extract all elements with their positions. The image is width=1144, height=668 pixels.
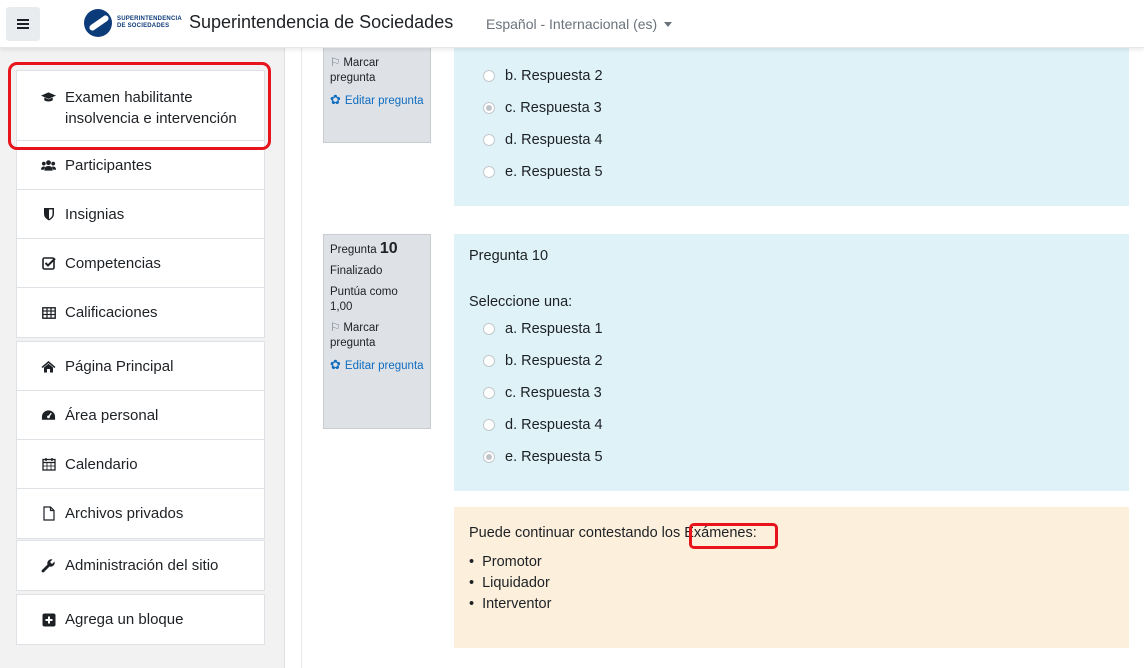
answer-option[interactable]: e. Respuesta 5 (483, 164, 603, 180)
gear-icon: ✿ (330, 357, 341, 372)
question-state: Finalizado (330, 265, 383, 277)
list-item: Liquidador (469, 573, 551, 594)
shield-icon (41, 207, 56, 222)
sidebar-item-calendario[interactable]: Calendario (17, 440, 264, 489)
flag-icon: ⚐ (330, 322, 341, 334)
sidebar-item-label: Insignias (65, 205, 125, 223)
answer-option[interactable]: d. Respuesta 4 (483, 132, 603, 148)
sidebar-item-insignias[interactable]: Insignias (17, 190, 264, 239)
main-content: ⚐ Marcar pregunta ✿ Editar pregunta b. Res… (301, 48, 1144, 668)
site-name[interactable]: Superintendencia de Sociedades (189, 12, 453, 33)
top-navbar: SUPERINTENDENCIA DE SOCIEDADES Superinte… (0, 0, 1144, 48)
feedback-list: Promotor Liquidador Interventor (469, 552, 551, 615)
sidebar-item-label: Página Principal (65, 357, 174, 375)
question-9-content: b. Respuesta 2 c. Respuesta 3 d. Respues… (454, 48, 1129, 206)
hamburger-menu-button[interactable] (6, 7, 40, 41)
sidebar-item-label: Archivos privados (65, 505, 184, 522)
home-icon (41, 359, 56, 374)
flag-question-link[interactable]: ⚐ Marcar pregunta (330, 56, 424, 86)
list-item: Promotor (469, 552, 551, 573)
add-block-button[interactable]: Agrega un bloque (17, 595, 264, 644)
sidebar-item-calificaciones[interactable]: Calificaciones (17, 288, 264, 337)
radio-button[interactable] (483, 355, 495, 367)
list-item: Interventor (469, 594, 551, 615)
general-feedback: Puede continuar contestando los Exámenes… (454, 507, 1129, 648)
dashboard-icon (41, 408, 56, 423)
language-selector[interactable]: Español - Internacional (es) (486, 16, 673, 32)
answer-option[interactable]: c. Respuesta 3 (483, 385, 602, 401)
edit-question-link[interactable]: ✿ Editar pregunta (330, 92, 424, 109)
examenes-highlight-box (689, 523, 778, 549)
admin-nav-group: Administración del sitio (16, 540, 265, 591)
answer-option[interactable]: e. Respuesta 5 (483, 449, 603, 465)
answer-option[interactable]: a. Respuesta 1 (483, 321, 603, 337)
flag-icon: ⚐ (330, 57, 341, 69)
radio-button-selected[interactable] (483, 102, 495, 114)
sidebar-item-label: Administración del sitio (65, 557, 219, 574)
radio-button[interactable] (483, 166, 495, 178)
sidebar-item-competencias[interactable]: Competencias (17, 239, 264, 288)
radio-button[interactable] (483, 323, 495, 335)
table-icon (41, 305, 56, 320)
hamburger-icon (17, 23, 29, 25)
radio-button[interactable] (483, 387, 495, 399)
sidebar-item-administracion[interactable]: Administración del sitio (17, 541, 264, 590)
question-title: Pregunta 10 (469, 248, 549, 264)
question-number: Pregunta 10 (330, 240, 398, 257)
answer-option[interactable]: b. Respuesta 2 (483, 353, 603, 369)
site-nav-group: Página Principal Área personal Calendari… (16, 341, 265, 539)
sidebar-item-label: Participantes (65, 156, 152, 174)
edit-question-link[interactable]: ✿ Editar pregunta (330, 357, 424, 374)
course-highlight-box (8, 62, 271, 150)
answer-option[interactable]: b. Respuesta 2 (483, 68, 603, 84)
sidebar-item-label: Área personal (65, 406, 159, 424)
block-nav-group: Agrega un bloque (16, 594, 265, 645)
question-9-info: ⚐ Marcar pregunta ✿ Editar pregunta (323, 48, 431, 143)
sidebar-item-label: Calificaciones (65, 304, 158, 321)
gear-icon: ✿ (330, 92, 341, 107)
site-logo[interactable]: SUPERINTENDENCIA DE SOCIEDADES (84, 9, 182, 37)
answer-option[interactable]: d. Respuesta 4 (483, 417, 603, 433)
question-grade: Puntúa como 1,00 (330, 286, 398, 313)
users-icon (41, 158, 56, 173)
sidebar-item-label: Agrega un bloque (65, 611, 184, 628)
checkbox-icon (41, 256, 56, 271)
sidebar-item-archivos-privados[interactable]: Archivos privados (17, 489, 264, 538)
logo-emblem-icon (84, 9, 112, 37)
wrench-icon (41, 558, 56, 573)
sidebar-item-label: Calendario (65, 455, 138, 473)
file-icon (41, 506, 56, 521)
question-10-info: Pregunta 10 Finalizado Puntúa como 1,00 … (323, 234, 431, 429)
language-label: Español - Internacional (es) (486, 16, 658, 32)
calendar-icon (41, 457, 56, 472)
sidebar-item-area-personal[interactable]: Área personal (17, 391, 264, 440)
plus-square-icon (41, 612, 56, 627)
answer-option[interactable]: c. Respuesta 3 (483, 100, 602, 116)
question-prompt: Seleccione una: (469, 294, 573, 310)
question-10-content: Pregunta 10 Seleccione una: a. Respuesta… (454, 234, 1129, 491)
sidebar-item-pagina-principal[interactable]: Página Principal (17, 342, 264, 391)
radio-button-selected[interactable] (483, 451, 495, 463)
radio-button[interactable] (483, 134, 495, 146)
flag-question-link[interactable]: ⚐ Marcar pregunta (330, 321, 424, 351)
radio-button[interactable] (483, 419, 495, 431)
logo-text: SUPERINTENDENCIA DE SOCIEDADES (117, 16, 182, 29)
radio-button[interactable] (483, 70, 495, 82)
caret-down-icon (664, 21, 673, 27)
sidebar-item-label: Competencias (65, 254, 161, 272)
